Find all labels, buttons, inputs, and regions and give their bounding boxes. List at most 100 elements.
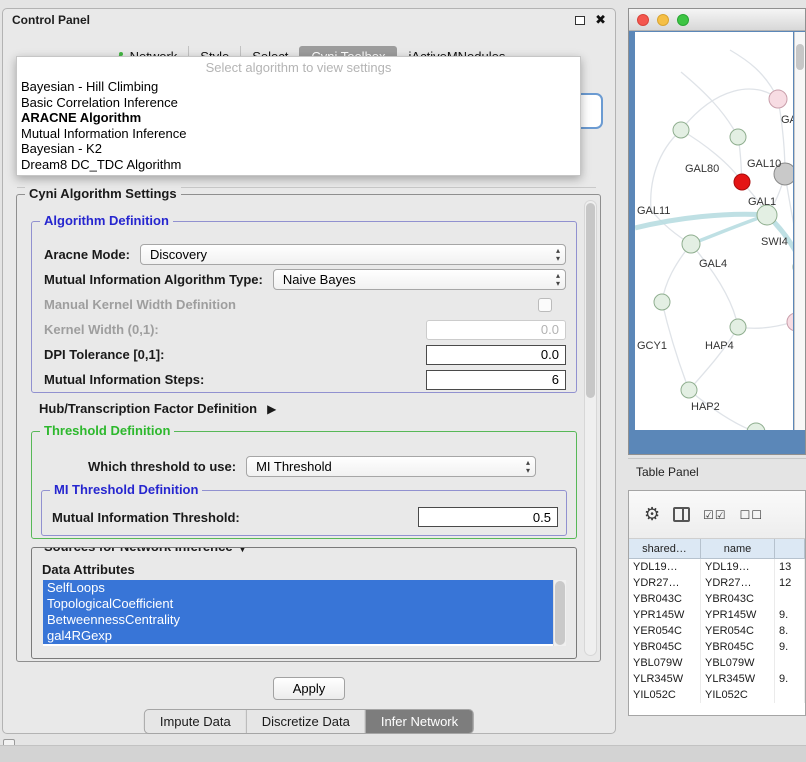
algorithm-option[interactable]: Dream8 DC_TDC Algorithm <box>17 157 580 173</box>
mi-threshold-field[interactable] <box>418 507 558 527</box>
table-row[interactable]: YDL19…YDL19…13 <box>629 559 805 575</box>
network-node-label: SWI4 <box>761 236 788 248</box>
algorithm-option[interactable]: Bayesian - Hill Climbing <box>17 79 580 95</box>
table-cell: YBL079W <box>629 655 701 671</box>
network-node[interactable] <box>730 319 746 335</box>
algorithm-option[interactable]: ARACNE Algorithm <box>17 110 580 126</box>
network-node[interactable] <box>757 205 777 225</box>
expand-right-icon[interactable]: ▶ <box>267 402 276 416</box>
which-threshold-select[interactable]: MI Threshold ▴▾ <box>246 456 536 477</box>
table-row[interactable]: YPR145WYPR145W9. <box>629 607 805 623</box>
mi-threshold-title: MI Threshold Definition <box>50 482 202 497</box>
network-node[interactable] <box>654 294 670 310</box>
kernel-width-label: Kernel Width (0,1): <box>44 322 159 337</box>
algorithm-option[interactable]: Basic Correlation Inference <box>17 95 580 111</box>
minimize-window-icon[interactable] <box>657 14 669 26</box>
column-header-shared-name[interactable]: shared… <box>629 539 701 558</box>
table-row[interactable]: YBR045CYBR045C9. <box>629 639 805 655</box>
which-threshold-row: Which threshold to use: MI Threshold ▴▾ <box>88 454 536 478</box>
network-node[interactable] <box>787 313 793 331</box>
collapse-down-icon[interactable]: ▼ <box>239 547 247 554</box>
network-node[interactable] <box>734 174 750 190</box>
algorithm-option[interactable]: Mutual Information Inference <box>17 126 580 142</box>
tab-infer-network[interactable]: Infer Network <box>365 710 473 733</box>
table-row[interactable]: YER054CYER054C8. <box>629 623 805 639</box>
table-cell: YBR043C <box>629 591 701 607</box>
which-threshold-value: MI Threshold <box>256 459 332 474</box>
table-cell: YER054C <box>629 623 701 639</box>
network-scrollbar[interactable] <box>794 32 805 430</box>
combo-arrows-icon: ▴▾ <box>556 272 560 288</box>
data-attributes-list[interactable]: SelfLoopsTopologicalCoefficientBetweenne… <box>43 580 566 646</box>
network-node-label: GAL <box>781 114 793 126</box>
algorithm-dropdown-popup: Select algorithm to view settings Bayesi… <box>16 56 581 176</box>
kernel-width-field[interactable] <box>426 320 566 340</box>
table-row[interactable]: YBR043CYBR043C <box>629 591 805 607</box>
table-cell: YPR145W <box>701 607 775 623</box>
manual-kernel-checkbox[interactable] <box>538 298 552 312</box>
mi-type-select[interactable]: Naive Bayes ▴▾ <box>273 269 566 290</box>
attribute-list-item[interactable]: TopologicalCoefficient <box>43 596 553 612</box>
mi-type-label: Mutual Information Algorithm Type: <box>44 272 263 287</box>
table-body: YDL19…YDL19…13YDR27…YDR27…12YBR043CYBR04… <box>629 559 805 703</box>
attributes-list-scrollbar-thumb[interactable] <box>555 581 565 645</box>
control-panel-title: Control Panel <box>12 13 90 27</box>
settings-scrollbar-thumb[interactable] <box>586 203 595 398</box>
table-toolbar: ⚙ ☑☑ ☐☐ <box>629 491 805 539</box>
tab-discretize-data[interactable]: Discretize Data <box>246 710 365 733</box>
deselect-all-columns-icon[interactable]: ☐☐ <box>740 508 764 522</box>
apply-button[interactable]: Apply <box>273 677 345 700</box>
dpi-tolerance-field[interactable] <box>426 345 566 365</box>
network-node[interactable] <box>769 90 787 108</box>
combo-arrows-icon: ▴▾ <box>526 459 530 475</box>
table-row[interactable]: YBL079WYBL079W <box>629 655 805 671</box>
network-node[interactable] <box>682 235 700 253</box>
table-cell: YLR345W <box>629 671 701 687</box>
table-cell: YIL052C <box>701 687 775 703</box>
table-window: ⚙ ☑☑ ☐☐ shared… name YDL19…YDL19…13YDR27… <box>628 490 806 716</box>
close-panel-icon[interactable]: ✖ <box>595 14 606 27</box>
table-cell: YDR27… <box>701 575 775 591</box>
table-cell: YBR045C <box>629 639 701 655</box>
sources-group-title[interactable]: Sources for Network Inference▼ <box>40 547 250 554</box>
table-row[interactable]: YIL052CYIL052C <box>629 687 805 703</box>
column-header-name[interactable]: name <box>701 539 775 558</box>
hub-definition-section[interactable]: Hub/Transcription Factor Definition ▶ <box>39 401 276 416</box>
table-cell: YBR043C <box>701 591 775 607</box>
attribute-list-item[interactable]: SelfLoops <box>43 580 553 596</box>
tab-impute-data[interactable]: Impute Data <box>145 710 246 733</box>
select-all-columns-icon[interactable]: ☑☑ <box>703 508 727 522</box>
close-window-icon[interactable] <box>637 14 649 26</box>
show-columns-icon[interactable] <box>673 507 690 522</box>
table-cell <box>775 591 805 607</box>
aracne-mode-value: Discovery <box>150 247 207 262</box>
algorithm-option[interactable]: Bayesian - K2 <box>17 141 580 157</box>
mi-steps-field[interactable] <box>426 370 566 390</box>
network-node[interactable] <box>673 122 689 138</box>
column-header-partial[interactable] <box>775 539 805 558</box>
attribute-list-item[interactable]: gal4RGexp <box>43 628 553 644</box>
table-row[interactable]: YDR27…YDR27…12 <box>629 575 805 591</box>
control-panel-titlebar: Control Panel ✖ <box>3 9 615 31</box>
attributes-list-scrollbar[interactable] <box>553 580 566 646</box>
network-node[interactable] <box>730 129 746 145</box>
manual-kernel-label: Manual Kernel Width Definition <box>44 297 236 312</box>
algorithm-definition-title: Algorithm Definition <box>40 213 173 228</box>
zoom-window-icon[interactable] <box>677 14 689 26</box>
table-settings-gear-icon[interactable]: ⚙ <box>644 504 660 525</box>
float-panel-icon[interactable] <box>575 16 585 25</box>
aracne-mode-select[interactable]: Discovery ▴▾ <box>140 244 566 265</box>
network-node[interactable] <box>747 423 765 430</box>
network-node-label: GAL10 <box>747 158 781 170</box>
mi-type-value: Naive Bayes <box>283 272 356 287</box>
settings-scrollbar[interactable] <box>584 200 597 656</box>
network-canvas[interactable]: GALGAL80GAL10GAL11GAL1SWI4GAL4GCY1HAP4HA… <box>635 32 793 430</box>
dpi-tolerance-label: DPI Tolerance [0,1]: <box>44 347 164 362</box>
table-row[interactable]: YLR345WYLR345W9. <box>629 671 805 687</box>
network-node[interactable] <box>681 382 697 398</box>
network-node-label: HAP4 <box>705 340 734 352</box>
attribute-list-item[interactable]: BetweennessCentrality <box>43 612 553 628</box>
status-bar <box>0 745 806 762</box>
network-scrollbar-thumb[interactable] <box>796 44 804 70</box>
threshold-definition-title: Threshold Definition <box>40 423 174 438</box>
